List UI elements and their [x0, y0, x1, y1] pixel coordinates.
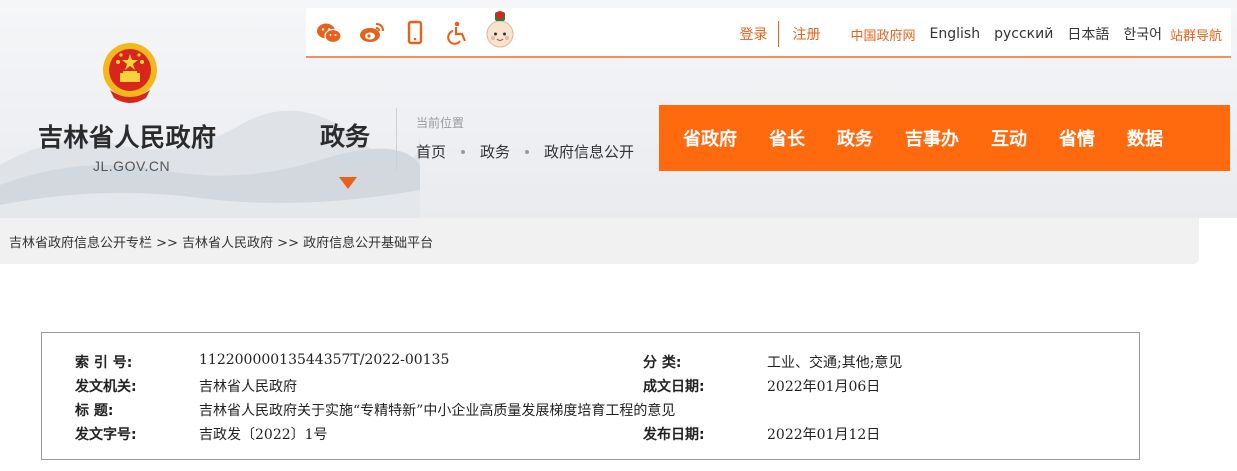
published-date-value: 2022年01月12日 [767, 427, 881, 443]
written-date-label: 成文日期: [643, 379, 705, 395]
location-home-link[interactable]: 首页 [416, 141, 446, 162]
category-label: 分 类: [643, 355, 682, 371]
nav-item-jishiban[interactable]: 吉事办 [905, 125, 959, 151]
document-info-table: 索 引 号: 11220000013544357T/2022-00135 分 类… [41, 332, 1140, 460]
russian-link[interactable]: русский [994, 26, 1053, 42]
nav-item-interaction[interactable]: 互动 [991, 125, 1027, 151]
nav-item-data[interactable]: 数据 [1127, 125, 1163, 151]
japanese-link[interactable]: 日本語 [1067, 24, 1109, 44]
separator-dot [525, 149, 530, 154]
section-title: 政务 [320, 122, 371, 151]
china-gov-link[interactable]: 中国政府网 [851, 25, 916, 44]
separator-dot [461, 149, 466, 154]
nav-item-provincial-government[interactable]: 省政府 [683, 125, 737, 151]
divider [777, 21, 779, 47]
korean-link[interactable]: 한국어 [1123, 24, 1162, 44]
nav-item-affairs[interactable]: 政务 [837, 125, 873, 151]
written-date-value: 2022年01月06日 [767, 379, 881, 395]
top-links: 登录 注册 中国政府网 English русский 日本語 한국어 站群导航 [726, 21, 1222, 47]
doc-number-label: 发文字号: [75, 427, 137, 443]
location-info-disclosure-link[interactable]: 政府信息公开 [544, 141, 634, 162]
mobile-icon[interactable] [402, 20, 428, 46]
register-link[interactable]: 注册 [793, 24, 821, 44]
mascot-icon[interactable] [484, 10, 516, 50]
issuer-value: 吉林省人民政府 [199, 379, 297, 395]
accessibility-icon[interactable] [445, 20, 471, 46]
top-utility-bar: 登录 注册 中国政府网 English русский 日本語 한국어 站群导航 [306, 8, 1231, 58]
index-value: 11220000013544357T/2022-00135 [199, 352, 450, 368]
title-value: 吉林省人民政府关于实施“专精特新”中小企业高质量发展梯度培育工程的意见 [199, 403, 676, 419]
location-affairs-link[interactable]: 政务 [480, 141, 510, 162]
wechat-icon[interactable] [316, 20, 342, 46]
nav-item-province-info[interactable]: 省情 [1059, 125, 1095, 151]
index-label: 索 引 号: [75, 355, 133, 371]
national-emblem-icon [103, 43, 157, 103]
location-label: 当前位置 [416, 116, 465, 130]
title-label: 标 题: [75, 403, 114, 419]
category-value: 工业、交通;其他;意见 [767, 355, 903, 371]
weibo-icon[interactable] [359, 20, 385, 46]
english-link[interactable]: English [930, 26, 981, 42]
issuer-label: 发文机关: [75, 379, 137, 395]
published-date-label: 发布日期: [643, 427, 705, 443]
breadcrumb[interactable]: 吉林省政府信息公开专栏 >> 吉林省人民政府 >> 政府信息公开基础平台 [0, 218, 1199, 264]
doc-number-value: 吉政发〔2022〕1号 [199, 427, 328, 443]
site-title[interactable]: 吉林省人民政府 [38, 118, 217, 154]
nav-item-governor[interactable]: 省长 [769, 125, 805, 151]
divider [396, 108, 397, 170]
section-arrow-icon [339, 177, 357, 189]
login-link[interactable]: 登录 [740, 24, 768, 44]
location-path: 首页 政务 政府信息公开 [416, 141, 634, 162]
main-nav: 省政府 省长 政务 吉事办 互动 省情 数据 [659, 105, 1230, 171]
site-group-nav-link[interactable]: 站群导航 [1170, 25, 1222, 44]
site-domain: JL.GOV.CN [93, 158, 171, 174]
